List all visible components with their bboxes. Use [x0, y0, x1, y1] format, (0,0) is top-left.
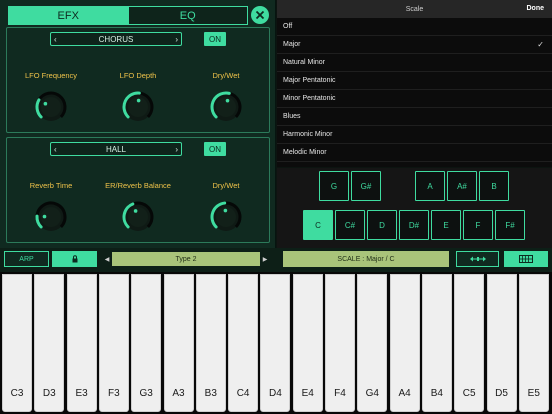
tab-eq[interactable]: EQ	[127, 7, 247, 24]
type-selector[interactable]: ◀ Type 2 ▶	[102, 251, 270, 267]
scale-option-label: Natural Minor	[283, 59, 326, 66]
note-button-g-sharp[interactable]: G#	[351, 171, 381, 201]
piano-key-c4[interactable]: C4	[228, 274, 259, 412]
note-button-a[interactable]: A	[415, 171, 445, 201]
right-arrow-icon: ›	[175, 34, 178, 44]
note-button-c-sharp[interactable]: C#	[335, 210, 365, 240]
note-button-b[interactable]: B	[479, 171, 509, 201]
done-button[interactable]: Done	[527, 5, 545, 12]
efx-eq-tabs: EFX EQ	[8, 6, 248, 25]
hall-section: ‹ HALL › ON Reverb Time ER/Reverb Balanc…	[6, 137, 270, 243]
reverb-time-knob[interactable]	[33, 199, 69, 235]
lfo-frequency-knob[interactable]	[33, 89, 69, 125]
chorus-on-toggle[interactable]: ON	[204, 32, 226, 46]
chorus-effect-selector[interactable]: ‹ CHORUS ›	[50, 32, 182, 46]
prev-type-icon[interactable]: ◀	[102, 256, 112, 263]
piano-key-d5[interactable]: D5	[486, 274, 517, 412]
piano-key-e3[interactable]: E3	[66, 274, 97, 412]
type-name: Type 2	[112, 252, 260, 266]
checkmark-icon: ✓	[537, 40, 544, 49]
scale-option-major-pentatonic[interactable]: Major Pentatonic	[277, 72, 552, 90]
scale-header: Scale Done	[277, 0, 552, 18]
scale-option-minor-pentatonic[interactable]: Minor Pentatonic	[277, 90, 552, 108]
close-button[interactable]	[251, 6, 269, 24]
scale-option-label: Melodic Minor	[283, 149, 327, 156]
piano-key-c3[interactable]: C3	[2, 274, 32, 412]
piano-key-d3[interactable]: D3	[34, 274, 65, 412]
piano-key-a4[interactable]: A4	[389, 274, 420, 412]
piano-keyboard: C3 D3 E3 F3 G3 A3 B3 C4 D4 E4 F4 G4 A4 B4 C5 D5 E5	[0, 272, 552, 414]
scale-option-label: Off	[283, 23, 293, 30]
hall-effect-name: HALL	[105, 144, 126, 154]
scale-option-label: Blues	[283, 113, 301, 120]
arrows-icon	[469, 256, 486, 262]
piano-key-a3[interactable]: A3	[163, 274, 194, 412]
chorus-effect-name: CHORUS	[98, 34, 134, 44]
knob-label-lfo-frequency: LFO Frequency	[24, 71, 78, 80]
scale-option-off[interactable]: Off	[277, 18, 552, 36]
scale-option-blues[interactable]: Blues	[277, 108, 552, 126]
scale-option-label: Minor Pentatonic	[283, 95, 336, 102]
note-button-d[interactable]: D	[367, 210, 397, 240]
hall-on-toggle[interactable]: ON	[204, 142, 226, 156]
note-button-g[interactable]: G	[319, 171, 349, 201]
piano-key-b4[interactable]: B4	[421, 274, 452, 412]
arp-button[interactable]: ARP	[4, 251, 49, 267]
piano-key-e4[interactable]: E4	[292, 274, 323, 412]
piano-key-g4[interactable]: G4	[357, 274, 388, 412]
piano-key-f3[interactable]: F3	[98, 274, 129, 412]
scale-option-natural-minor[interactable]: Natural Minor	[277, 54, 552, 72]
piano-key-c5[interactable]: C5	[454, 274, 485, 412]
piano-key-b3[interactable]: B3	[195, 274, 226, 412]
keyboard-grid-icon	[519, 255, 533, 263]
scale-panel: Scale Done Off Major ✓ Natural Minor Majo…	[277, 0, 552, 167]
scale-option-label: Harmonic Minor	[283, 131, 333, 138]
note-button-a-sharp[interactable]: A#	[447, 171, 477, 201]
octave-shift-button[interactable]	[456, 251, 499, 267]
lock-button[interactable]	[52, 251, 97, 267]
note-button-d-sharp[interactable]: D#	[399, 210, 429, 240]
chorus-section: ‹ CHORUS › ON LFO Frequency LFO Depth Dr…	[6, 27, 270, 133]
knob-label-dry-wet: Dry/Wet	[212, 71, 240, 80]
lock-icon	[72, 255, 77, 263]
scale-title: Scale	[405, 5, 424, 13]
note-button-e[interactable]: E	[431, 210, 461, 240]
knob-label-lfo-depth: LFO Depth	[119, 71, 157, 80]
scale-option-major[interactable]: Major ✓	[277, 36, 552, 54]
hall-effect-selector[interactable]: ‹ HALL ›	[50, 142, 182, 156]
scale-option-harmonic-minor[interactable]: Harmonic Minor	[277, 126, 552, 144]
knob-label-er-reverb-balance: ER/Reverb Balance	[105, 181, 171, 190]
toolbar: ARP ◀ Type 2 ▶ SCALE : Major / C	[0, 248, 552, 272]
lfo-depth-knob[interactable]	[120, 89, 156, 125]
keyboard-layout-button[interactable]	[504, 251, 548, 267]
scale-option-melodic-minor[interactable]: Melodic Minor	[277, 144, 552, 162]
tab-efx[interactable]: EFX	[9, 7, 128, 24]
right-arrow-icon: ›	[175, 144, 178, 154]
piano-key-g3[interactable]: G3	[131, 274, 162, 412]
hall-dry-wet-knob[interactable]	[208, 199, 244, 235]
close-icon	[255, 10, 265, 20]
piano-key-e5[interactable]: E5	[518, 274, 549, 412]
next-type-icon[interactable]: ▶	[260, 256, 270, 263]
piano-key-f4[interactable]: F4	[325, 274, 355, 412]
er-reverb-balance-knob[interactable]	[120, 199, 156, 235]
scale-option-label: Major Pentatonic	[283, 77, 336, 84]
scale-display[interactable]: SCALE : Major / C	[283, 251, 449, 267]
note-button-c[interactable]: C	[303, 210, 333, 240]
root-note-panel: G G# A A# B C C# D D# E F F#	[277, 168, 552, 248]
piano-key-d4[interactable]: D4	[260, 274, 291, 412]
scale-option-label: Major	[283, 41, 301, 48]
efx-panel: EFX EQ ‹ CHORUS › ON LFO Frequency LFO D…	[0, 0, 276, 248]
knob-label-reverb-time: Reverb Time	[29, 181, 73, 190]
chorus-dry-wet-knob[interactable]	[208, 89, 244, 125]
note-button-f-sharp[interactable]: F#	[495, 210, 525, 240]
note-button-f[interactable]: F	[463, 210, 493, 240]
knob-label-dry-wet: Dry/Wet	[212, 181, 240, 190]
